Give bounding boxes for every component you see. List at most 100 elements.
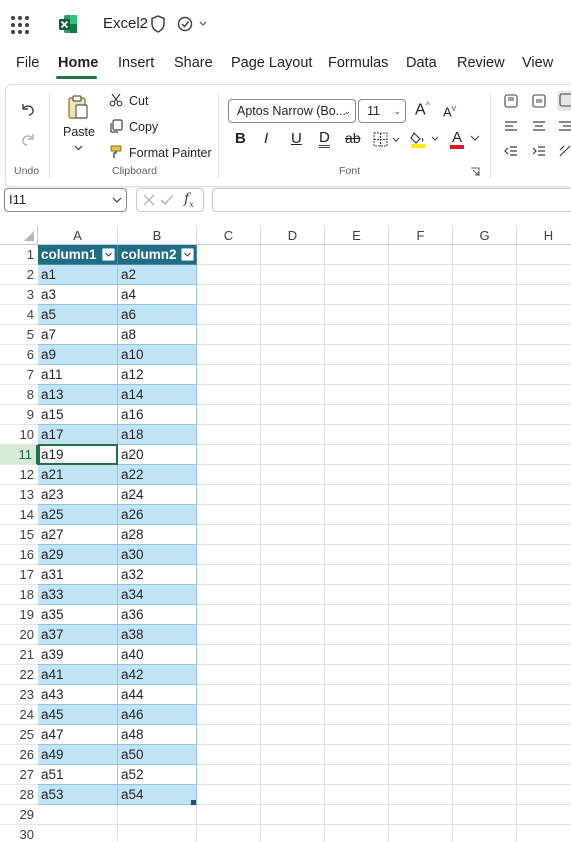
grid-cell[interactable] (453, 365, 517, 385)
font-color-button[interactable]: A (452, 129, 462, 146)
table-cell[interactable]: a52 (118, 765, 197, 785)
double-underline-button[interactable]: D (319, 130, 330, 148)
table-cell[interactable]: a31 (38, 565, 118, 585)
table-cell[interactable]: a48 (118, 725, 197, 745)
grid-cell[interactable] (261, 365, 325, 385)
grid-cell[interactable] (325, 425, 389, 445)
increase-font-size-button[interactable]: A^ (415, 100, 430, 119)
grid-cell[interactable] (325, 705, 389, 725)
grid-cell[interactable] (197, 405, 261, 425)
row-header-5[interactable]: 5 (0, 325, 38, 345)
grid-cell[interactable] (261, 545, 325, 565)
table-cell[interactable]: a26 (118, 505, 197, 525)
row-header-21[interactable]: 21 (0, 645, 38, 665)
row-header-22[interactable]: 22 (0, 665, 38, 685)
table-cell[interactable]: a6 (118, 305, 197, 325)
grid-cell[interactable] (389, 465, 453, 485)
grid-cell[interactable] (517, 425, 571, 445)
grid-cell[interactable] (453, 605, 517, 625)
table-cell[interactable]: a10 (118, 345, 197, 365)
grid-cell[interactable] (453, 665, 517, 685)
grid-cell[interactable] (197, 345, 261, 365)
grid-cell[interactable] (453, 505, 517, 525)
grid-cell[interactable] (197, 585, 261, 605)
name-box[interactable]: I11 (4, 188, 127, 212)
grid-cell[interactable] (197, 745, 261, 765)
grid-cell[interactable] (453, 765, 517, 785)
grid-cell[interactable] (453, 725, 517, 745)
align-right-icon[interactable] (558, 119, 571, 133)
table-cell[interactable]: a24 (118, 485, 197, 505)
grid-cell[interactable] (389, 365, 453, 385)
grid-cell[interactable] (517, 325, 571, 345)
document-title[interactable]: Excel2 (103, 15, 148, 32)
tab-file[interactable]: File (16, 55, 39, 71)
column-header-a[interactable]: A (38, 226, 118, 245)
table-cell[interactable]: a7 (38, 325, 118, 345)
grid-cell[interactable] (197, 645, 261, 665)
chevron-down-icon[interactable] (112, 197, 122, 204)
table-cell[interactable]: a4 (118, 285, 197, 305)
grid-cell[interactable] (453, 645, 517, 665)
grid-cell[interactable] (325, 285, 389, 305)
grid-cell[interactable] (453, 285, 517, 305)
grid-cell[interactable] (325, 465, 389, 485)
tab-review[interactable]: Review (457, 55, 505, 71)
grid-cell[interactable] (197, 265, 261, 285)
row-header-20[interactable]: 20 (0, 625, 38, 645)
grid-cell[interactable] (197, 365, 261, 385)
table-cell[interactable]: a44 (118, 685, 197, 705)
grid-cell[interactable] (261, 625, 325, 645)
grid-cell[interactable] (517, 565, 571, 585)
grid-cell[interactable] (325, 485, 389, 505)
font-name-dropdown[interactable]: Aptos Narrow (Bo... ⌄ (228, 99, 356, 123)
grid-cell[interactable] (261, 465, 325, 485)
grid-cell[interactable] (197, 665, 261, 685)
table-cell[interactable]: a43 (38, 685, 118, 705)
grid-cell[interactable] (389, 545, 453, 565)
grid-cell[interactable] (389, 485, 453, 505)
grid-cell[interactable] (261, 665, 325, 685)
grid-cell[interactable] (389, 325, 453, 345)
grid-cell[interactable] (197, 605, 261, 625)
align-middle-icon[interactable] (531, 93, 547, 109)
grid-cell[interactable] (517, 545, 571, 565)
grid-cell[interactable] (197, 525, 261, 545)
row-header-23[interactable]: 23 (0, 685, 38, 705)
table-cell[interactable]: a29 (38, 545, 118, 565)
grid-cell[interactable] (453, 625, 517, 645)
fill-color-icon[interactable] (410, 129, 442, 149)
grid-cell[interactable] (389, 765, 453, 785)
grid-cell[interactable] (325, 625, 389, 645)
grid-cell[interactable] (38, 825, 118, 842)
row-header-7[interactable]: 7 (0, 365, 38, 385)
grid-cell[interactable] (453, 565, 517, 585)
align-center-icon[interactable] (531, 119, 547, 133)
grid-cell[interactable] (325, 825, 389, 842)
table-cell[interactable]: a23 (38, 485, 118, 505)
grid-cell[interactable] (517, 585, 571, 605)
grid-cell[interactable] (325, 265, 389, 285)
grid-cell[interactable] (261, 345, 325, 365)
table-cell[interactable]: a5 (38, 305, 118, 325)
grid-cell[interactable] (118, 825, 197, 842)
row-header-13[interactable]: 13 (0, 485, 38, 505)
grid-cell[interactable] (389, 285, 453, 305)
row-header-4[interactable]: 4 (0, 305, 38, 325)
table-header-cell[interactable]: column1 (38, 245, 118, 265)
row-header-15[interactable]: 15 (0, 525, 38, 545)
grid-cell[interactable] (517, 345, 571, 365)
sensitivity-shield-icon[interactable] (150, 15, 166, 33)
grid-cell[interactable] (517, 365, 571, 385)
filter-dropdown-icon[interactable] (102, 248, 115, 261)
tab-home[interactable]: Home (58, 55, 98, 71)
grid-cell[interactable] (325, 245, 389, 265)
column-header-c[interactable]: C (197, 226, 261, 245)
grid-cell[interactable] (261, 585, 325, 605)
table-cell[interactable]: a54 (118, 785, 197, 805)
grid-cell[interactable] (325, 445, 389, 465)
cancel-icon[interactable] (143, 194, 155, 206)
grid-cell[interactable] (453, 805, 517, 825)
grid-cell[interactable] (261, 605, 325, 625)
copy-icon[interactable] (109, 119, 123, 133)
